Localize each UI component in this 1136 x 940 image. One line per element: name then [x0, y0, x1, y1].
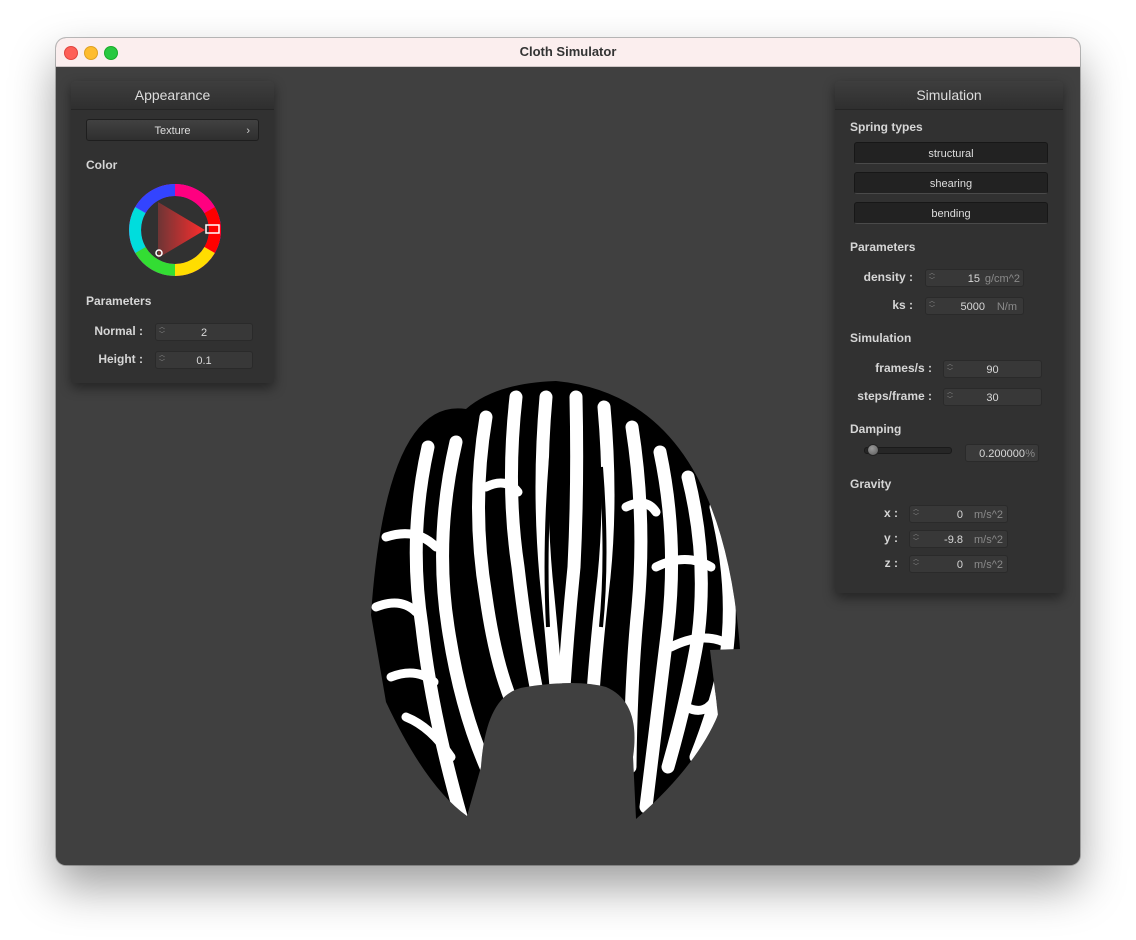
gravity-label: Gravity [850, 477, 892, 491]
damping-input[interactable]: 0.200000 % [965, 444, 1039, 462]
steps-value: 30 [986, 392, 999, 404]
steps-input[interactable]: ︿ ﹀ 30 [943, 388, 1042, 406]
shader-select-button[interactable]: Texture › [86, 119, 259, 141]
frames-value: 90 [986, 364, 999, 376]
density-unit: g/cm^2 [984, 273, 1020, 285]
steps-label: steps/frame : [857, 389, 932, 403]
height-input[interactable]: ︿ ﹀ 0.1 [155, 351, 253, 369]
appearance-parameters-label: Parameters [86, 294, 152, 308]
density-input[interactable]: ︿ ﹀ 15 g/cm^2 [925, 269, 1024, 287]
stepper-icon[interactable]: ︿ ﹀ [928, 299, 936, 313]
simulation-parameters-label: Parameters [850, 240, 916, 254]
normal-label: Normal : [94, 324, 143, 338]
density-label: density : [863, 270, 913, 284]
simulation-panel-title[interactable]: Simulation [835, 81, 1063, 110]
simulation-panel: Simulation Spring types structural shear… [835, 81, 1063, 593]
gravity-y-input[interactable]: ︿ ﹀ -9.8 m/s^2 [909, 530, 1008, 548]
density-value: 15 [967, 273, 980, 285]
color-label: Color [86, 158, 118, 172]
damping-unit: % [1025, 448, 1035, 460]
window-title: Cloth Simulator [519, 44, 617, 59]
stepper-icon[interactable]: ︿ ﹀ [928, 271, 936, 285]
shader-select-label: Texture [154, 125, 191, 137]
stepper-icon[interactable]: ︿ ﹀ [912, 557, 920, 571]
damping-label: Damping [850, 422, 902, 436]
title-bar: Cloth Simulator [56, 38, 1080, 67]
gravity-x-value: 0 [956, 509, 963, 521]
gravity-y-value: -9.8 [944, 534, 963, 546]
spring-types-label: Spring types [850, 120, 923, 134]
app-window: Cloth Simulator Appearance Texture › Col… [56, 38, 1080, 865]
shearing-toggle-button[interactable]: shearing [854, 172, 1048, 194]
chevron-right-icon: › [246, 125, 250, 137]
gravity-z-unit: m/s^2 [974, 559, 1003, 571]
ks-value: 5000 [960, 301, 985, 313]
gravity-x-label: x : [883, 506, 898, 520]
ks-label: ks : [892, 298, 913, 312]
height-label: Height : [98, 352, 143, 366]
gravity-z-input[interactable]: ︿ ﹀ 0 m/s^2 [909, 555, 1008, 573]
gravity-x-unit: m/s^2 [974, 509, 1003, 521]
normal-input[interactable]: ︿ ﹀ 2 [155, 323, 253, 341]
gravity-z-label: z : [884, 556, 898, 570]
gravity-x-input[interactable]: ︿ ﹀ 0 m/s^2 [909, 505, 1008, 523]
damping-value: 0.200000 [979, 448, 1025, 460]
frames-input[interactable]: ︿ ﹀ 90 [943, 360, 1042, 378]
bending-toggle-button[interactable]: bending [854, 202, 1048, 224]
appearance-panel-title[interactable]: Appearance [71, 81, 274, 110]
structural-toggle-button[interactable]: structural [854, 142, 1048, 164]
height-value: 0.1 [196, 355, 212, 367]
appearance-panel: Appearance Texture › Color Parameters No… [71, 81, 274, 383]
simulation-section-label: Simulation [850, 331, 912, 345]
stepper-icon[interactable]: ︿ ﹀ [912, 507, 920, 521]
stepper-icon[interactable]: ︿ ﹀ [912, 532, 920, 546]
gravity-y-label: y : [883, 531, 898, 545]
gravity-z-value: 0 [956, 559, 963, 571]
gravity-y-unit: m/s^2 [974, 534, 1003, 546]
render-viewport[interactable]: Appearance Texture › Color Parameters No… [56, 67, 1080, 865]
ks-unit: N/m [996, 301, 1017, 313]
normal-value: 2 [200, 327, 208, 339]
frames-label: frames/s : [875, 361, 932, 375]
color-wheel[interactable] [129, 184, 221, 276]
damping-slider-handle[interactable] [867, 444, 880, 456]
ks-input[interactable]: ︿ ﹀ 5000 N/m [925, 297, 1024, 315]
